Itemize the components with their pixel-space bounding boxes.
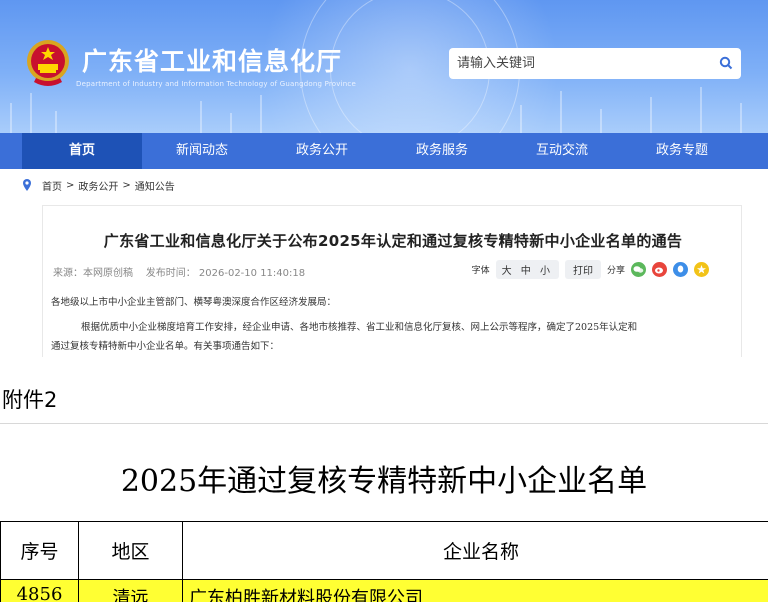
- search-input[interactable]: [457, 53, 707, 74]
- site-header: 广东省工业和信息化厅 Department of Industry and In…: [0, 0, 768, 133]
- search-box: [449, 48, 741, 79]
- article-paragraph: 根据优质中小企业梯度培育工作安排，经企业申请、各地市核推荐、省工业和信息化厅复核…: [81, 322, 638, 333]
- attachment-label: 附件2: [2, 388, 58, 412]
- font-size-switcher[interactable]: 大 中 小: [495, 260, 559, 279]
- nav-item-gov-affairs[interactable]: 政务公开: [262, 133, 382, 169]
- article-tools: 字体 大 中 小 打印 分享: [472, 260, 709, 279]
- qq-share-icon[interactable]: [673, 262, 688, 277]
- divider: [0, 423, 768, 424]
- nav-item-interaction[interactable]: 互动交流: [502, 133, 622, 169]
- table-header-row: 序号 地区 企业名称: [0, 521, 768, 580]
- wechat-share-icon[interactable]: [631, 262, 646, 277]
- main-nav: 首页 新闻动态 政务公开 政务服务 互动交流 政务专题: [0, 133, 768, 169]
- cell-number: 4856: [0, 579, 79, 602]
- article-card: 广东省工业和信息化厅关于公布2025年认定和通过复核专精特新中小企业名单的通告 …: [42, 205, 742, 357]
- nav-item-topics[interactable]: 政务专题: [622, 133, 742, 169]
- cell-region: 清远: [78, 579, 183, 602]
- site-title[interactable]: 广东省工业和信息化厅: [82, 42, 342, 78]
- header-decoration: [10, 87, 742, 133]
- nav-item-home[interactable]: 首页: [22, 133, 142, 169]
- breadcrumb: 首页 > 政务公开 > 通知公告: [22, 177, 175, 193]
- article-title: 广东省工业和信息化厅关于公布2025年认定和通过复核专精特新中小企业名单的通告: [103, 232, 683, 250]
- breadcrumb-notices[interactable]: 通知公告: [135, 178, 175, 193]
- article-paragraph: 各地级以上市中小企业主管部门、横琴粤澳深度合作区经济发展局：: [51, 297, 337, 308]
- nav-item-gov-services[interactable]: 政务服务: [382, 133, 502, 169]
- list-title: 2025年通过复核专精特新中小企业名单: [120, 464, 648, 499]
- column-header-region: 地区: [78, 521, 183, 580]
- article-source: 来源：本网原创稿: [53, 268, 133, 279]
- font-label: 字体: [471, 266, 490, 276]
- print-button[interactable]: 打印: [564, 260, 601, 279]
- breadcrumb-separator: >: [122, 179, 131, 191]
- weibo-share-icon[interactable]: [652, 262, 667, 277]
- table-row: 4856 清远 广东柏胜新材料股份有限公司: [0, 579, 768, 602]
- site-subtitle: Department of Industry and Information T…: [76, 80, 356, 88]
- article-paragraph: 通过复核专精特新中小企业名单。有关事项通告如下：: [51, 341, 280, 352]
- breadcrumb-home[interactable]: 首页: [42, 178, 62, 193]
- article-meta: 来源：本网原创稿 发布时间： 2026-02-10 11:40:18: [53, 264, 305, 279]
- share-label: 分享: [606, 266, 625, 276]
- column-header-company: 企业名称: [182, 521, 768, 580]
- breadcrumb-gov-affairs[interactable]: 政务公开: [78, 178, 118, 193]
- breadcrumb-separator: >: [66, 179, 75, 191]
- search-icon[interactable]: [719, 56, 733, 70]
- nav-item-news[interactable]: 新闻动态: [142, 133, 262, 169]
- article-publish-time: 发布时间： 2026-02-10 11:40:18: [145, 268, 306, 279]
- column-header-number: 序号: [0, 521, 79, 580]
- cell-company-name: 广东柏胜新材料股份有限公司: [182, 579, 768, 602]
- favorite-share-icon[interactable]: [694, 262, 709, 277]
- location-icon: [23, 179, 31, 191]
- national-emblem-icon: [27, 40, 69, 86]
- company-list-table: 序号 地区 企业名称 4856 清远 广东柏胜新材料股份有限公司: [0, 521, 768, 602]
